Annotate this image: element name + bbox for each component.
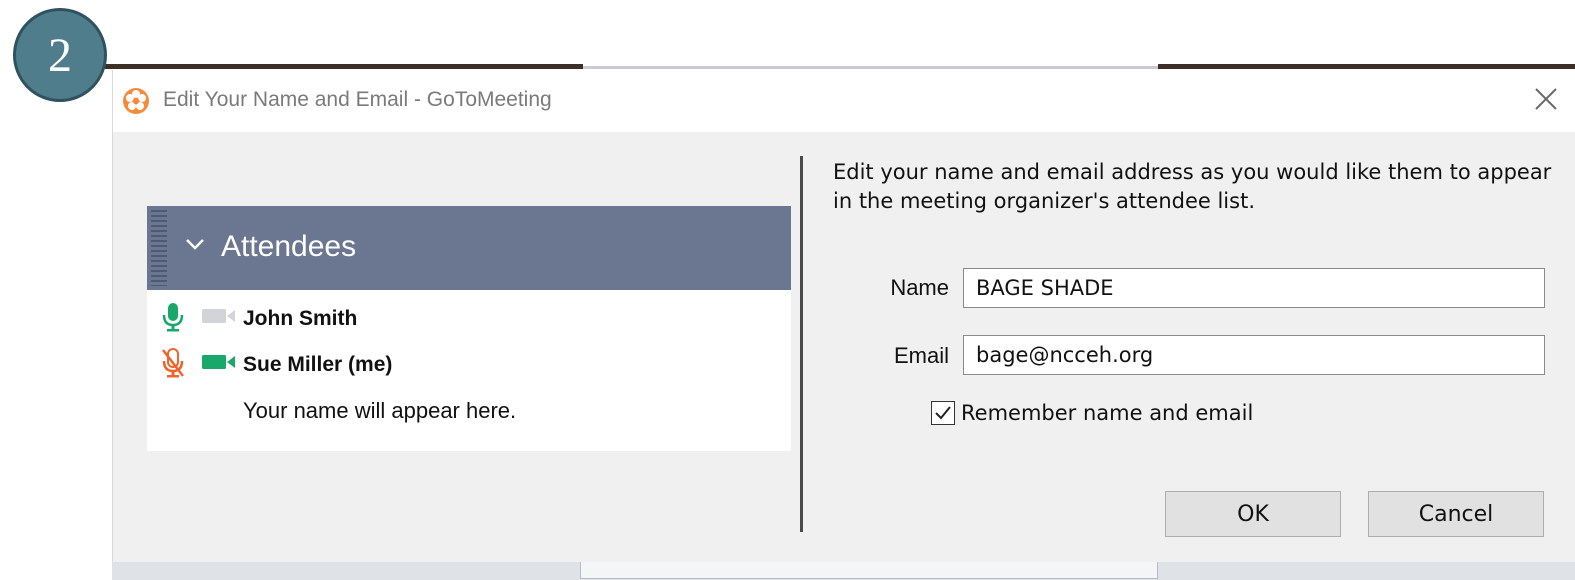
instructions-text: Edit your name and email address as you … xyxy=(833,160,1552,213)
drag-grip-handle[interactable] xyxy=(151,210,167,286)
attendees-header[interactable]: Attendees xyxy=(147,206,791,290)
attendee-name: Sue Miller (me) xyxy=(243,353,393,376)
email-input[interactable] xyxy=(963,335,1545,375)
attendee-row: Sue Miller (me) xyxy=(147,344,791,384)
attendee-list-preview: Attendees John Smith Sue Miller (me) You… xyxy=(147,206,791,451)
remember-checkbox[interactable] xyxy=(931,401,955,425)
dialog-title: Edit Your Name and Email - GoToMeeting xyxy=(163,88,552,111)
close-icon xyxy=(1535,88,1557,110)
remember-checkbox-row[interactable]: Remember name and email xyxy=(931,401,1253,425)
gotomeeting-flower-icon xyxy=(123,88,149,114)
camera-on-icon xyxy=(202,355,235,369)
remember-label: Remember name and email xyxy=(961,401,1254,425)
email-label: Email xyxy=(893,343,949,368)
name-label: Name xyxy=(890,275,949,300)
background-window-field xyxy=(580,562,1158,579)
cancel-button[interactable]: Cancel xyxy=(1368,491,1544,537)
step-number-badge: 2 xyxy=(13,8,107,102)
name-input[interactable] xyxy=(963,268,1545,308)
microphone-muted-icon xyxy=(162,348,184,378)
microphone-on-icon xyxy=(162,303,184,332)
ok-button[interactable]: OK xyxy=(1165,491,1341,537)
attendees-title: Attendees xyxy=(221,230,357,263)
your-name-placeholder: Your name will appear here. xyxy=(243,398,517,423)
background-window-edge xyxy=(583,66,1158,69)
attendee-row: John Smith xyxy=(147,298,791,338)
edit-name-email-dialog: Edit Your Name and Email - GoToMeeting A… xyxy=(112,70,1575,562)
chevron-down-icon xyxy=(186,239,204,250)
camera-off-icon xyxy=(202,309,235,323)
background-window-edge xyxy=(1158,64,1575,69)
dialog-titlebar: Edit Your Name and Email - GoToMeeting xyxy=(113,70,1575,132)
attendee-name: John Smith xyxy=(243,307,358,330)
background-window-edge xyxy=(105,64,583,69)
panel-divider xyxy=(800,156,803,532)
checkmark-icon xyxy=(935,406,951,420)
close-button[interactable] xyxy=(1531,84,1561,114)
